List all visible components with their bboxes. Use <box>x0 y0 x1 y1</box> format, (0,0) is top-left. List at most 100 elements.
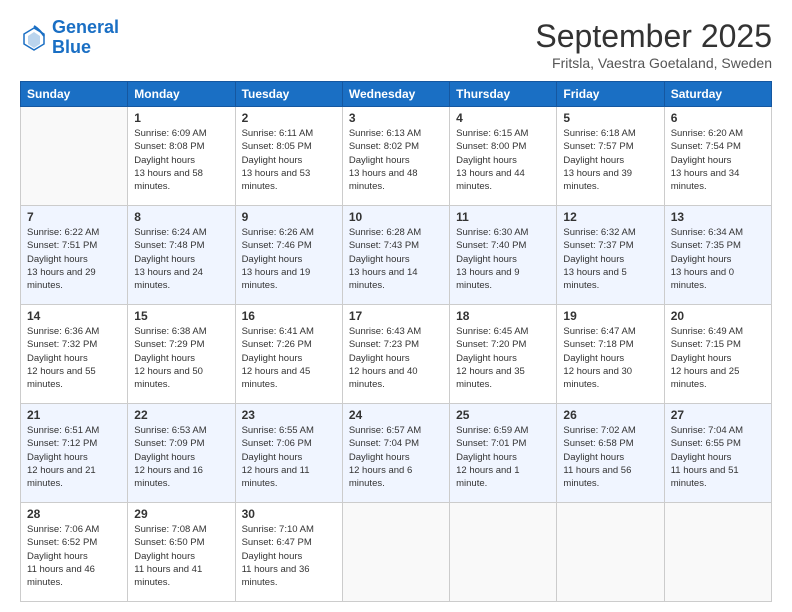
calendar-cell: 10 Sunrise: 6:28 AM Sunset: 7:43 PM Dayl… <box>342 206 449 305</box>
day-number: 15 <box>134 309 228 323</box>
calendar-cell: 16 Sunrise: 6:41 AM Sunset: 7:26 PM Dayl… <box>235 305 342 404</box>
calendar-cell: 8 Sunrise: 6:24 AM Sunset: 7:48 PM Dayli… <box>128 206 235 305</box>
day-info: Sunrise: 6:28 AM Sunset: 7:43 PM Dayligh… <box>349 226 443 292</box>
day-number: 27 <box>671 408 765 422</box>
day-number: 16 <box>242 309 336 323</box>
day-number: 23 <box>242 408 336 422</box>
calendar-cell: 22 Sunrise: 6:53 AM Sunset: 7:09 PM Dayl… <box>128 404 235 503</box>
calendar-cell: 14 Sunrise: 6:36 AM Sunset: 7:32 PM Dayl… <box>21 305 128 404</box>
day-info: Sunrise: 6:18 AM Sunset: 7:57 PM Dayligh… <box>563 127 657 193</box>
day-number: 28 <box>27 507 121 521</box>
calendar-cell: 27 Sunrise: 7:04 AM Sunset: 6:55 PM Dayl… <box>664 404 771 503</box>
week-row-1: 1 Sunrise: 6:09 AM Sunset: 8:08 PM Dayli… <box>21 107 772 206</box>
day-number: 1 <box>134 111 228 125</box>
day-info: Sunrise: 6:43 AM Sunset: 7:23 PM Dayligh… <box>349 325 443 391</box>
day-number: 17 <box>349 309 443 323</box>
calendar-cell: 7 Sunrise: 6:22 AM Sunset: 7:51 PM Dayli… <box>21 206 128 305</box>
calendar-cell: 21 Sunrise: 6:51 AM Sunset: 7:12 PM Dayl… <box>21 404 128 503</box>
calendar-cell: 15 Sunrise: 6:38 AM Sunset: 7:29 PM Dayl… <box>128 305 235 404</box>
calendar-cell: 13 Sunrise: 6:34 AM Sunset: 7:35 PM Dayl… <box>664 206 771 305</box>
day-info: Sunrise: 6:36 AM Sunset: 7:32 PM Dayligh… <box>27 325 121 391</box>
calendar-cell: 20 Sunrise: 6:49 AM Sunset: 7:15 PM Dayl… <box>664 305 771 404</box>
day-info: Sunrise: 7:04 AM Sunset: 6:55 PM Dayligh… <box>671 424 765 490</box>
day-number: 2 <box>242 111 336 125</box>
page: General Blue September 2025 Fritsla, Vae… <box>0 0 792 612</box>
calendar-cell: 17 Sunrise: 6:43 AM Sunset: 7:23 PM Dayl… <box>342 305 449 404</box>
day-number: 13 <box>671 210 765 224</box>
day-info: Sunrise: 6:09 AM Sunset: 8:08 PM Dayligh… <box>134 127 228 193</box>
logo-general: General <box>52 17 119 37</box>
day-info: Sunrise: 6:32 AM Sunset: 7:37 PM Dayligh… <box>563 226 657 292</box>
header: General Blue September 2025 Fritsla, Vae… <box>20 18 772 71</box>
calendar-cell: 25 Sunrise: 6:59 AM Sunset: 7:01 PM Dayl… <box>450 404 557 503</box>
calendar-cell: 24 Sunrise: 6:57 AM Sunset: 7:04 PM Dayl… <box>342 404 449 503</box>
week-row-4: 21 Sunrise: 6:51 AM Sunset: 7:12 PM Dayl… <box>21 404 772 503</box>
title-block: September 2025 Fritsla, Vaestra Goetalan… <box>535 18 772 71</box>
day-number: 19 <box>563 309 657 323</box>
day-number: 14 <box>27 309 121 323</box>
day-info: Sunrise: 6:11 AM Sunset: 8:05 PM Dayligh… <box>242 127 336 193</box>
calendar-cell: 9 Sunrise: 6:26 AM Sunset: 7:46 PM Dayli… <box>235 206 342 305</box>
calendar-cell: 12 Sunrise: 6:32 AM Sunset: 7:37 PM Dayl… <box>557 206 664 305</box>
weekday-header-tuesday: Tuesday <box>235 82 342 107</box>
day-info: Sunrise: 6:55 AM Sunset: 7:06 PM Dayligh… <box>242 424 336 490</box>
day-number: 10 <box>349 210 443 224</box>
day-info: Sunrise: 6:41 AM Sunset: 7:26 PM Dayligh… <box>242 325 336 391</box>
day-number: 21 <box>27 408 121 422</box>
week-row-2: 7 Sunrise: 6:22 AM Sunset: 7:51 PM Dayli… <box>21 206 772 305</box>
day-info: Sunrise: 6:53 AM Sunset: 7:09 PM Dayligh… <box>134 424 228 490</box>
day-number: 26 <box>563 408 657 422</box>
calendar-cell: 4 Sunrise: 6:15 AM Sunset: 8:00 PM Dayli… <box>450 107 557 206</box>
day-number: 5 <box>563 111 657 125</box>
weekday-header-friday: Friday <box>557 82 664 107</box>
day-info: Sunrise: 6:26 AM Sunset: 7:46 PM Dayligh… <box>242 226 336 292</box>
calendar-cell: 29 Sunrise: 7:08 AM Sunset: 6:50 PM Dayl… <box>128 503 235 602</box>
day-info: Sunrise: 7:10 AM Sunset: 6:47 PM Dayligh… <box>242 523 336 589</box>
calendar-cell <box>342 503 449 602</box>
calendar-cell: 30 Sunrise: 7:10 AM Sunset: 6:47 PM Dayl… <box>235 503 342 602</box>
calendar-table: SundayMondayTuesdayWednesdayThursdayFrid… <box>20 81 772 602</box>
day-info: Sunrise: 6:15 AM Sunset: 8:00 PM Dayligh… <box>456 127 550 193</box>
calendar-cell <box>450 503 557 602</box>
calendar-cell: 6 Sunrise: 6:20 AM Sunset: 7:54 PM Dayli… <box>664 107 771 206</box>
day-number: 9 <box>242 210 336 224</box>
calendar-cell: 5 Sunrise: 6:18 AM Sunset: 7:57 PM Dayli… <box>557 107 664 206</box>
day-info: Sunrise: 6:34 AM Sunset: 7:35 PM Dayligh… <box>671 226 765 292</box>
day-info: Sunrise: 6:24 AM Sunset: 7:48 PM Dayligh… <box>134 226 228 292</box>
month-title: September 2025 <box>535 18 772 55</box>
day-info: Sunrise: 6:49 AM Sunset: 7:15 PM Dayligh… <box>671 325 765 391</box>
day-info: Sunrise: 7:02 AM Sunset: 6:58 PM Dayligh… <box>563 424 657 490</box>
calendar-cell: 2 Sunrise: 6:11 AM Sunset: 8:05 PM Dayli… <box>235 107 342 206</box>
day-number: 7 <box>27 210 121 224</box>
day-number: 12 <box>563 210 657 224</box>
day-number: 25 <box>456 408 550 422</box>
day-info: Sunrise: 6:47 AM Sunset: 7:18 PM Dayligh… <box>563 325 657 391</box>
calendar-cell: 26 Sunrise: 7:02 AM Sunset: 6:58 PM Dayl… <box>557 404 664 503</box>
calendar-cell: 19 Sunrise: 6:47 AM Sunset: 7:18 PM Dayl… <box>557 305 664 404</box>
day-number: 18 <box>456 309 550 323</box>
day-number: 22 <box>134 408 228 422</box>
calendar-cell: 11 Sunrise: 6:30 AM Sunset: 7:40 PM Dayl… <box>450 206 557 305</box>
logo-text: General Blue <box>52 18 119 58</box>
calendar-cell: 18 Sunrise: 6:45 AM Sunset: 7:20 PM Dayl… <box>450 305 557 404</box>
day-info: Sunrise: 6:13 AM Sunset: 8:02 PM Dayligh… <box>349 127 443 193</box>
week-row-5: 28 Sunrise: 7:06 AM Sunset: 6:52 PM Dayl… <box>21 503 772 602</box>
day-info: Sunrise: 7:08 AM Sunset: 6:50 PM Dayligh… <box>134 523 228 589</box>
weekday-header-sunday: Sunday <box>21 82 128 107</box>
logo-icon <box>20 24 48 52</box>
day-number: 6 <box>671 111 765 125</box>
day-info: Sunrise: 7:06 AM Sunset: 6:52 PM Dayligh… <box>27 523 121 589</box>
calendar-cell <box>21 107 128 206</box>
day-number: 29 <box>134 507 228 521</box>
weekday-header-wednesday: Wednesday <box>342 82 449 107</box>
day-info: Sunrise: 6:51 AM Sunset: 7:12 PM Dayligh… <box>27 424 121 490</box>
calendar-cell: 3 Sunrise: 6:13 AM Sunset: 8:02 PM Dayli… <box>342 107 449 206</box>
day-info: Sunrise: 6:59 AM Sunset: 7:01 PM Dayligh… <box>456 424 550 490</box>
location: Fritsla, Vaestra Goetaland, Sweden <box>535 55 772 71</box>
day-info: Sunrise: 6:22 AM Sunset: 7:51 PM Dayligh… <box>27 226 121 292</box>
day-info: Sunrise: 6:45 AM Sunset: 7:20 PM Dayligh… <box>456 325 550 391</box>
weekday-header-monday: Monday <box>128 82 235 107</box>
day-info: Sunrise: 6:20 AM Sunset: 7:54 PM Dayligh… <box>671 127 765 193</box>
day-number: 11 <box>456 210 550 224</box>
day-number: 8 <box>134 210 228 224</box>
